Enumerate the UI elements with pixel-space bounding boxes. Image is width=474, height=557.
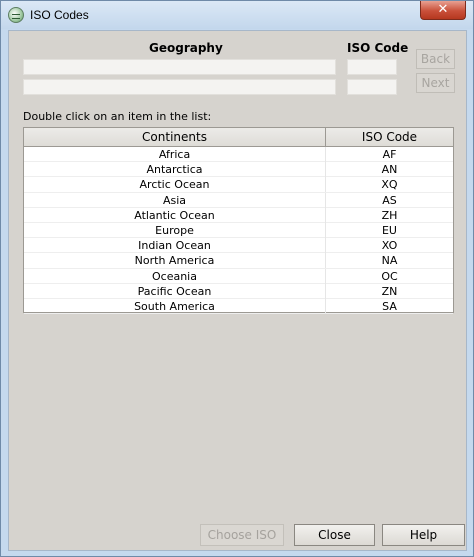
column-header-iso-code[interactable]: ISO Code — [326, 128, 453, 146]
iso-code-cell: AS — [382, 193, 397, 207]
list-instruction: Double click on an item in the list: — [23, 110, 212, 123]
choose-iso-button[interactable]: Choose ISO — [200, 524, 284, 546]
table-row[interactable]: Arctic Ocean XQ — [24, 177, 453, 193]
continent-cell: Africa — [24, 147, 326, 162]
table-row[interactable]: North America NA — [24, 253, 453, 269]
iso-code-cell: NA — [381, 254, 398, 268]
geography-field-2[interactable] — [23, 79, 336, 95]
continent-cell: Oceania — [24, 268, 326, 284]
iso-code-cell: SA — [382, 299, 397, 313]
continent-cell: Asia — [24, 192, 326, 208]
table-row[interactable]: Oceania OC — [24, 268, 453, 284]
table-row[interactable]: Antarctica AN — [24, 162, 453, 178]
continent-cell: Atlantic Ocean — [24, 207, 326, 223]
table-row[interactable]: Asia AS — [24, 192, 453, 208]
iso-code-cell: ZN — [381, 284, 398, 298]
iso-code-cell: XO — [381, 239, 398, 253]
iso-code-cell: XQ — [381, 178, 398, 192]
close-button[interactable]: Close — [294, 524, 375, 546]
iso-code-cell: ZH — [381, 208, 398, 222]
table-header: Continents ISO Code — [24, 128, 453, 147]
help-button[interactable]: Help — [382, 524, 465, 546]
continent-cell: Arctic Ocean — [24, 177, 326, 193]
iso-code-cell: EU — [381, 223, 397, 237]
iso-code-cell: OC — [381, 269, 398, 283]
title-bar[interactable]: ISO Codes ✕ — [1, 1, 473, 29]
table-row[interactable]: Atlantic Ocean ZH — [24, 207, 453, 223]
next-button[interactable]: Next — [416, 73, 455, 93]
iso-code-field-1[interactable] — [347, 59, 397, 75]
dialog-content: Geography ISO Code Back Next Double clic… — [8, 30, 467, 551]
table-row[interactable]: Indian Ocean XO — [24, 238, 453, 254]
geography-field-1[interactable] — [23, 59, 336, 75]
continent-cell: North America — [24, 253, 326, 269]
iso-code-header: ISO Code — [347, 41, 409, 55]
iso-codes-window: ISO Codes ✕ Geography ISO Code Back Next… — [0, 0, 474, 557]
iso-code-field-2[interactable] — [347, 79, 397, 95]
back-button[interactable]: Back — [416, 49, 455, 69]
iso-code-cell: AN — [381, 163, 398, 177]
continent-cell: Europe — [24, 222, 326, 238]
continent-cell: Pacific Ocean — [24, 283, 326, 299]
table-row[interactable]: Pacific Ocean ZN — [24, 283, 453, 299]
geography-header: Geography — [149, 41, 223, 55]
table-body: Africa AF Antarctica AN Arctic Ocean XQ Asi… — [24, 147, 453, 315]
table-row[interactable]: Africa AF — [24, 147, 453, 163]
table-row[interactable]: Europe EU — [24, 222, 453, 239]
continent-cell: South America — [24, 298, 326, 314]
app-icon — [8, 7, 24, 23]
continent-cell: Antarctica — [24, 162, 326, 178]
close-icon: ✕ — [437, 2, 449, 17]
table-row[interactable]: South America SA — [24, 298, 453, 315]
window-close-button[interactable]: ✕ — [420, 1, 466, 20]
continents-table[interactable]: Continents ISO Code Africa AF Antarctica A… — [23, 127, 454, 315]
continent-cell: Indian Ocean — [24, 238, 326, 254]
window-title: ISO Codes — [30, 8, 89, 22]
iso-code-cell: AF — [382, 148, 397, 161]
column-header-continents[interactable]: Continents — [24, 128, 326, 146]
